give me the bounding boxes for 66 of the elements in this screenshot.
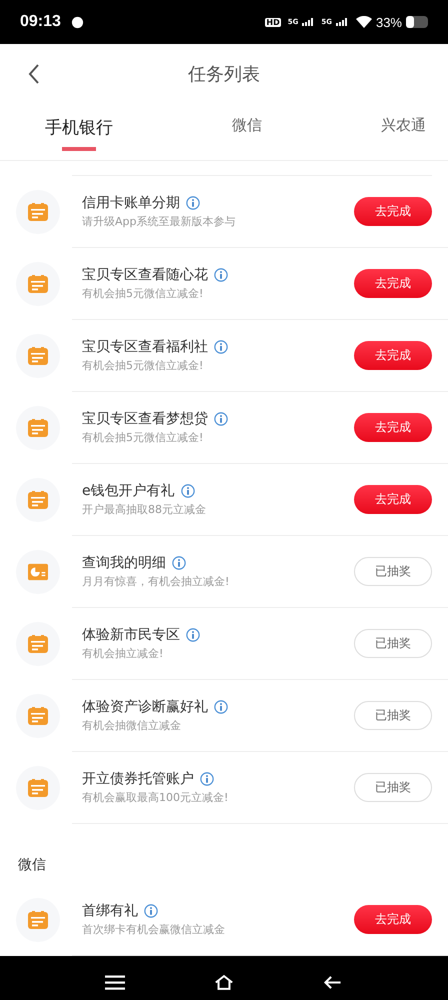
pie-chart-icon xyxy=(28,562,48,580)
info-icon[interactable] xyxy=(214,268,228,282)
info-icon[interactable] xyxy=(172,556,186,570)
task-subtitle: 请升级App系统至最新版本参与 xyxy=(82,214,236,229)
notification-icon xyxy=(70,16,84,28)
task-button[interactable]: 已抽奖 xyxy=(354,773,432,802)
signal-icon xyxy=(302,18,314,26)
task-button[interactable]: 去完成 xyxy=(354,413,432,442)
signal-icon xyxy=(336,18,348,26)
calendar-icon xyxy=(28,274,48,292)
info-icon[interactable] xyxy=(144,904,158,918)
calendar-icon xyxy=(28,202,48,220)
battery-percent: 33% xyxy=(376,14,402,30)
task-subtitle: 有机会抽5元微信立减金! xyxy=(82,286,204,301)
task-button[interactable]: 已抽奖 xyxy=(354,629,432,658)
task-button[interactable]: 已抽奖 xyxy=(354,701,432,730)
wifi-icon xyxy=(356,16,372,28)
task-button[interactable]: 去完成 xyxy=(354,341,432,370)
hd-badge: HD xyxy=(265,18,281,26)
task-subtitle: 月月有惊喜，有机会抽立减金! xyxy=(82,574,230,589)
task-title: 宝贝专区查看随心花 xyxy=(82,266,208,284)
task-title: 开立债券托管账户 xyxy=(82,770,194,788)
back-icon[interactable] xyxy=(28,64,40,84)
task-title: e钱包开户有礼 xyxy=(82,482,175,500)
info-icon[interactable] xyxy=(180,484,195,498)
tab[interactable]: 兴农通 xyxy=(381,116,426,145)
calendar-icon xyxy=(28,910,48,928)
task-subtitle: 有机会抽5元微信立减金! xyxy=(82,430,204,445)
menu-icon[interactable] xyxy=(104,974,125,991)
tab[interactable]: 微信 xyxy=(232,116,262,145)
info-icon[interactable] xyxy=(186,196,200,210)
info-icon[interactable] xyxy=(214,340,228,354)
task-title: 宝贝专区查看梦想贷 xyxy=(82,410,208,428)
task-title: 宝贝专区查看福利社 xyxy=(82,338,208,356)
status-time: 09:13 xyxy=(20,13,61,31)
task-button[interactable]: 去完成 xyxy=(354,197,432,226)
info-icon[interactable] xyxy=(200,772,214,786)
task-title: 体验新市民专区 xyxy=(82,626,180,644)
task-title: 信用卡账单分期 xyxy=(82,194,180,212)
calendar-icon xyxy=(28,706,48,724)
task-subtitle: 开户最高抽取88元立减金 xyxy=(82,502,207,517)
calendar-icon xyxy=(28,346,48,364)
calendar-icon xyxy=(28,490,48,508)
battery-icon xyxy=(406,16,428,28)
info-icon[interactable] xyxy=(186,628,200,642)
task-subtitle: 有机会赢取最高100元立减金! xyxy=(82,790,230,805)
back-nav-icon[interactable] xyxy=(323,974,344,991)
task-subtitle: 有机会抽立减金! xyxy=(82,646,164,661)
task-title: 查询我的明细 xyxy=(82,554,166,572)
section-title: 微信 xyxy=(17,856,47,875)
task-subtitle: 有机会抽微信立减金 xyxy=(82,718,182,733)
info-icon[interactable] xyxy=(214,700,228,714)
task-subtitle: 首次绑卡有机会赢微信立减金 xyxy=(82,922,226,937)
calendar-icon xyxy=(28,634,48,652)
page-title: 任务列表 xyxy=(188,63,260,86)
calendar-icon xyxy=(28,778,48,796)
task-title: 体验资产诊断赢好礼 xyxy=(82,698,208,716)
task-button[interactable]: 去完成 xyxy=(354,905,432,934)
task-subtitle: 有机会抽5元微信立减金! xyxy=(82,358,204,373)
task-button[interactable]: 已抽奖 xyxy=(354,557,432,586)
task-button[interactable]: 去完成 xyxy=(354,269,432,298)
task-button[interactable]: 去完成 xyxy=(354,485,432,514)
calendar-icon xyxy=(28,418,48,436)
home-icon[interactable] xyxy=(214,974,234,991)
info-icon[interactable] xyxy=(214,412,228,426)
task-title: 首绑有礼 xyxy=(82,902,138,920)
